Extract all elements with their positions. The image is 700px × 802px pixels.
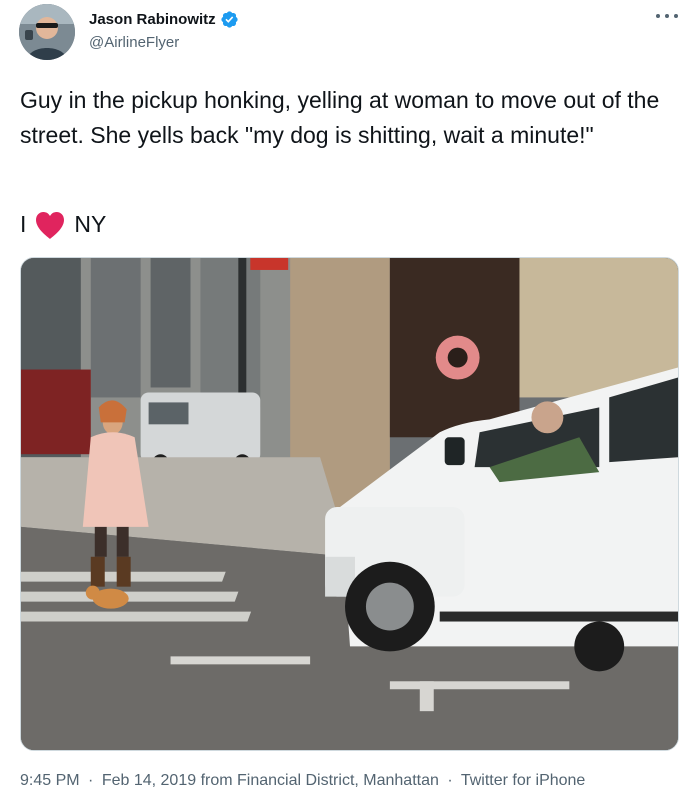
meta-separator: ·	[88, 772, 94, 789]
author-name-row[interactable]: Jason Rabinowitz	[89, 10, 239, 29]
love-prefix: I	[20, 211, 27, 237]
tweet-date[interactable]: Feb 14, 2019	[102, 772, 196, 789]
avatar[interactable]	[19, 4, 75, 60]
tweet-meta: 9:45 PM · Feb 14, 2019 from Financial Di…	[20, 772, 585, 790]
tweet-location[interactable]: from Financial District, Manhattan	[201, 772, 439, 789]
red-heart-icon	[36, 211, 65, 239]
more-dot	[665, 14, 669, 18]
tweet: Jason Rabinowitz @AirlineFlyer Guy in th…	[0, 0, 700, 802]
verified-badge-icon	[221, 11, 238, 28]
meta-separator: ·	[447, 772, 453, 789]
tweet-text: Guy in the pickup honking, yelling at wo…	[20, 87, 660, 148]
tweet-source[interactable]: Twitter for iPhone	[461, 772, 586, 789]
tweet-time[interactable]: 9:45 PM	[20, 772, 80, 789]
tweet-photo[interactable]	[20, 257, 679, 751]
more-dot	[674, 14, 678, 18]
more-options-icon[interactable]	[656, 8, 678, 24]
love-suffix: NY	[74, 211, 107, 237]
avatar-photo	[19, 4, 75, 60]
author-handle[interactable]: @AirlineFlyer	[89, 34, 179, 51]
tweet-love-line: I NY	[20, 207, 106, 242]
more-dot	[656, 14, 660, 18]
display-name[interactable]: Jason Rabinowitz	[89, 11, 216, 28]
street-photo	[21, 258, 678, 750]
